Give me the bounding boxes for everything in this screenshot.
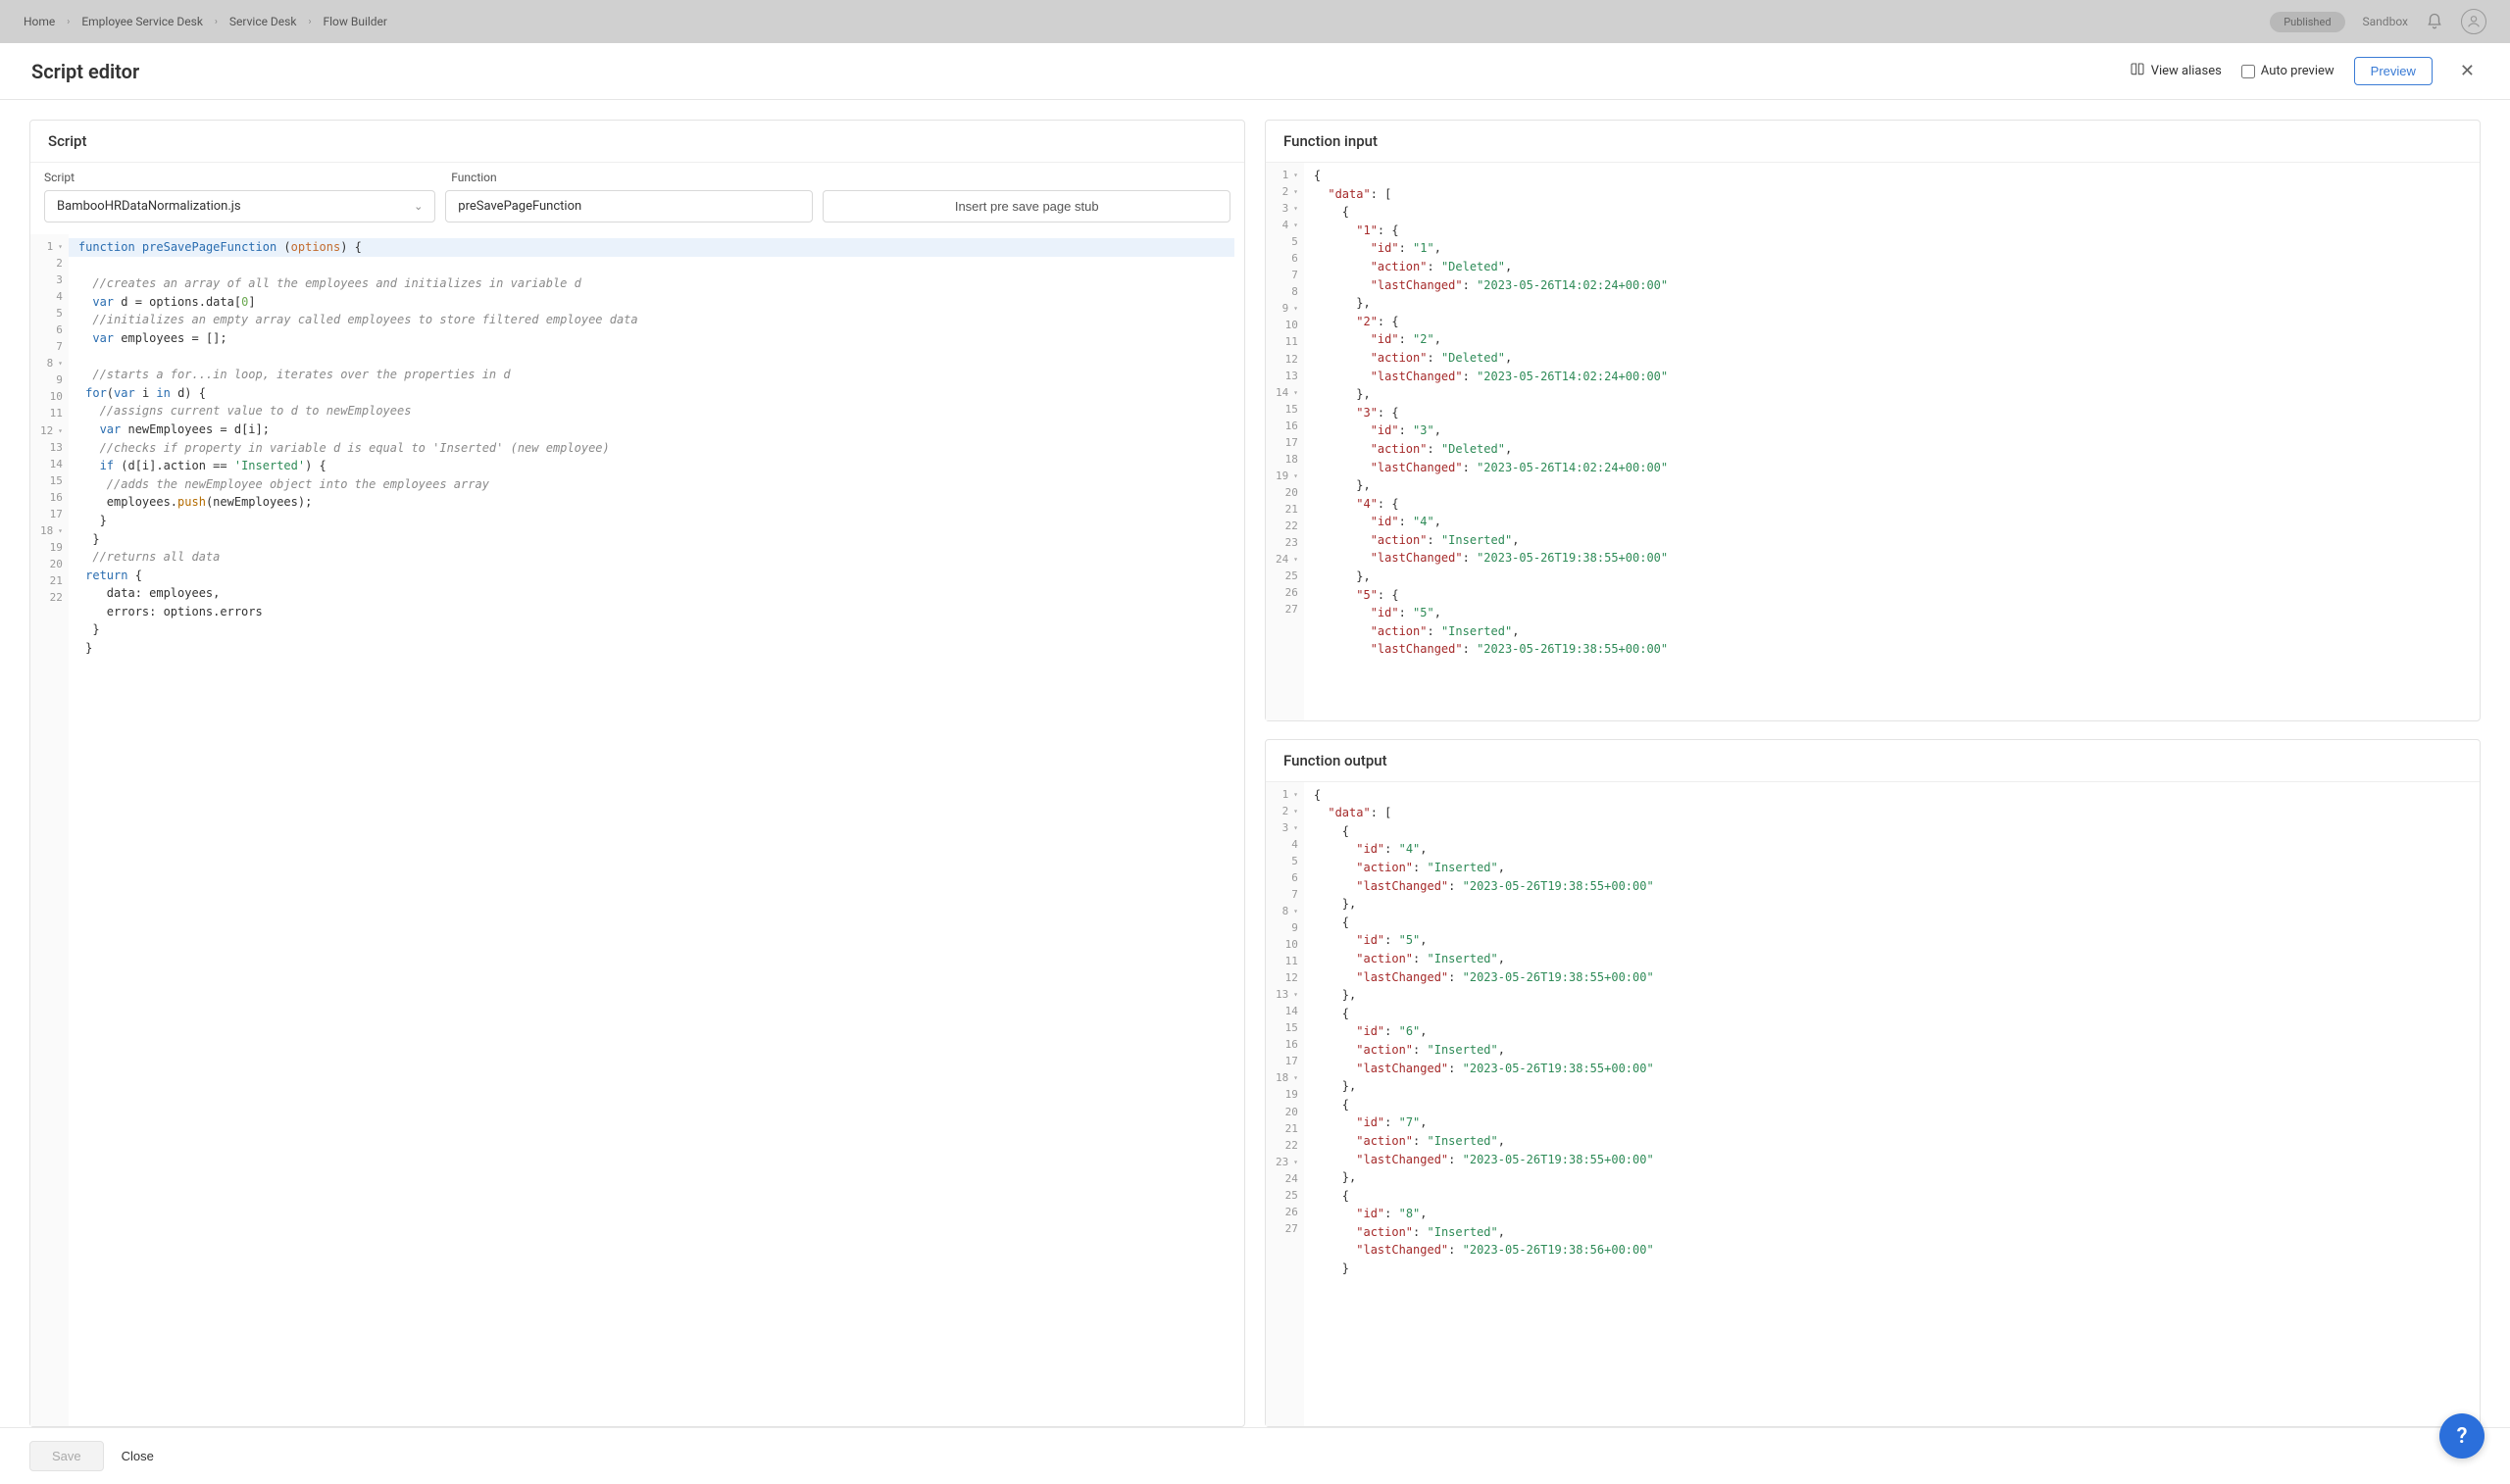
close-button[interactable]: Close [122,1449,154,1463]
view-aliases-link[interactable]: View aliases [2130,62,2222,81]
top-nav-right: Published Sandbox [2270,9,2486,34]
breadcrumb-item[interactable]: Employee Service Desk [81,15,203,28]
script-panel-title: Script [30,121,1244,163]
chevron-right-icon: › [67,17,70,27]
output-gutter: 1234567891011121314151617181920212223242… [1266,782,1304,1426]
breadcrumb-item[interactable]: Service Desk [229,15,297,28]
bell-icon[interactable] [2426,13,2443,30]
editor-footer: Save Close [0,1427,2510,1484]
script-select[interactable]: BambooHRDataNormalization.js ⌄ [44,190,435,223]
preview-button[interactable]: Preview [2354,57,2433,85]
script-toolbar: Script Function BambooHRDataNormalizatio… [30,163,1244,234]
breadcrumb-item[interactable]: Flow Builder [323,15,387,28]
script-gutter: 12345678910111213141516171819202122 [30,234,69,1426]
breadcrumb-item[interactable]: Home [24,15,55,28]
script-code[interactable]: function preSavePageFunction (options) {… [69,234,1244,1426]
function-output-panel: Function output 123456789101112131415161… [1265,739,2481,1427]
function-output-viewer[interactable]: 1234567891011121314151617181920212223242… [1266,782,2480,1426]
chevron-down-icon: ⌄ [414,200,423,213]
save-button[interactable]: Save [29,1441,104,1471]
function-input-editor[interactable]: 1234567891011121314151617181920212223242… [1266,163,2480,720]
function-name-input[interactable]: preSavePageFunction [445,190,813,223]
close-icon[interactable]: ✕ [2456,57,2479,85]
chevron-right-icon: › [308,17,311,27]
function-output-title: Function output [1266,740,2480,782]
status-pill: Published [2270,12,2344,32]
function-input-panel: Function input 1234567891011121314151617… [1265,120,2481,721]
view-aliases-label: View aliases [2151,64,2222,78]
avatar[interactable] [2461,9,2486,34]
book-icon [2130,62,2145,81]
editor-header: Script editor View aliases Auto preview … [0,43,2510,100]
script-code-editor[interactable]: 12345678910111213141516171819202122 func… [30,234,1244,1426]
output-code: { "data": [ { "id": "4", "action": "Inse… [1304,782,2480,1426]
insert-stub-button[interactable]: Insert pre save page stub [823,190,1230,223]
chevron-right-icon: › [215,17,218,27]
auto-preview-checkbox[interactable]: Auto preview [2241,64,2334,78]
auto-preview-label: Auto preview [2261,64,2334,78]
top-nav: Home › Employee Service Desk › Service D… [0,0,2510,43]
auto-preview-input[interactable] [2241,65,2255,78]
script-label: Script [44,171,435,184]
function-input-title: Function input [1266,121,2480,163]
env-label: Sandbox [2363,15,2408,28]
script-select-value: BambooHRDataNormalization.js [57,199,241,214]
script-panel: Script Script Function BambooHRDataNorma… [29,120,1245,1427]
input-code[interactable]: { "data": [ { "1": { "id": "1", "action"… [1304,163,2480,720]
editor-title: Script editor [31,60,139,83]
help-button[interactable]: ? [2439,1413,2485,1459]
editor-body: Script Script Function BambooHRDataNorma… [0,100,2510,1427]
input-gutter: 1234567891011121314151617181920212223242… [1266,163,1304,720]
breadcrumbs: Home › Employee Service Desk › Service D… [24,15,387,28]
function-label: Function [451,171,819,184]
